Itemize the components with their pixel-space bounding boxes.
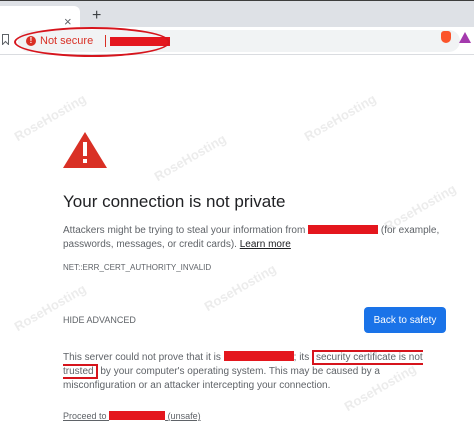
watermark: RoseHosting bbox=[11, 280, 89, 335]
learn-more-link[interactable]: Learn more bbox=[240, 239, 291, 250]
active-tab[interactable]: × bbox=[0, 6, 80, 29]
warning-triangle-icon bbox=[63, 132, 107, 168]
new-tab-button[interactable]: + bbox=[92, 8, 101, 24]
description-paragraph: Attackers might be trying to steal your … bbox=[63, 224, 463, 252]
brave-rewards-icon[interactable] bbox=[459, 32, 471, 43]
page-title: Your connection is not private bbox=[63, 192, 286, 211]
watermark: RoseHosting bbox=[201, 260, 279, 315]
error-code: NET::ERR_CERT_AUTHORITY_INVALID bbox=[63, 263, 212, 272]
advanced-text-its: ; its bbox=[293, 352, 310, 363]
brave-shields-icon[interactable] bbox=[441, 31, 451, 43]
watermark: RoseHosting bbox=[151, 130, 229, 185]
proceed-line: Proceed to (unsafe) bbox=[63, 410, 201, 422]
annotation-ellipse bbox=[14, 27, 170, 57]
proceed-unsafe-link[interactable]: Proceed to (unsafe) bbox=[63, 411, 201, 421]
advanced-text-end: by your computer's operating system. Thi… bbox=[63, 366, 380, 391]
description-text-start: Attackers might be trying to steal your … bbox=[63, 225, 306, 236]
bookmark-icon[interactable] bbox=[2, 34, 9, 45]
advanced-text-start: This server could not prove that it is bbox=[63, 352, 221, 363]
hide-advanced-button[interactable]: HIDE ADVANCED bbox=[63, 314, 136, 326]
redacted-domain bbox=[109, 411, 166, 420]
proceed-link-start: Proceed to bbox=[63, 411, 107, 421]
window-border bbox=[0, 0, 474, 1]
watermark: RoseHosting bbox=[301, 90, 379, 145]
back-to-safety-button[interactable]: Back to safety bbox=[364, 307, 446, 333]
proceed-link-end: (unsafe) bbox=[167, 411, 201, 421]
tab-strip: × + bbox=[0, 0, 474, 29]
redacted-domain bbox=[308, 225, 379, 234]
advanced-details-text: This server could not prove that it is ;… bbox=[63, 350, 453, 393]
redacted-domain bbox=[223, 351, 294, 361]
